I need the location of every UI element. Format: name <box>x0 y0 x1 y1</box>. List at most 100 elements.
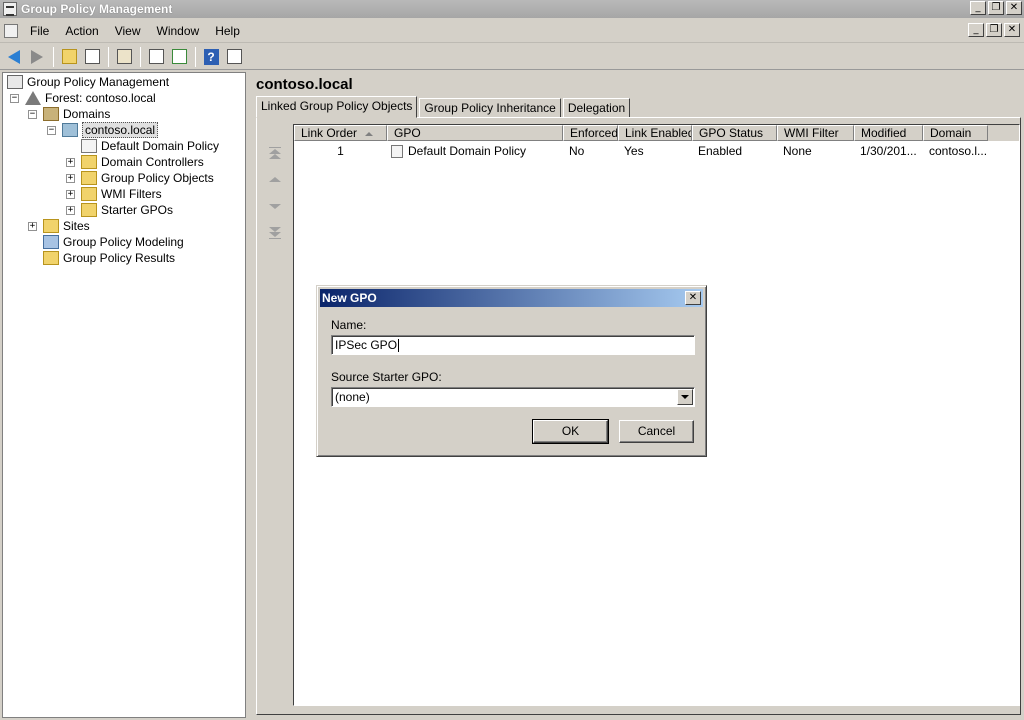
name-label: Name: <box>331 318 367 332</box>
column-header-enforced[interactable]: Enforced <box>563 125 618 141</box>
column-header-gpo[interactable]: GPO <box>387 125 563 141</box>
collapse-domain-toggle[interactable]: − <box>47 126 56 135</box>
tree-node-domain-controllers[interactable]: Domain Controllers <box>81 154 204 170</box>
minimize-button[interactable]: _ <box>970 1 986 15</box>
expand-group-policy-objects-toggle[interactable]: + <box>66 174 75 183</box>
expand-sites-toggle[interactable]: + <box>28 222 37 231</box>
move-down-icon <box>269 203 281 209</box>
dialog-titlebar[interactable]: New GPO ✕ <box>320 289 703 307</box>
tree-label: WMI Filters <box>101 187 162 201</box>
gpo-folder-icon <box>81 171 97 185</box>
tree-node-default-domain-policy[interactable]: Default Domain Policy <box>81 138 219 154</box>
dropdown-button[interactable] <box>677 389 693 405</box>
collapse-forest-toggle[interactable]: − <box>10 94 19 103</box>
cancel-button[interactable]: Cancel <box>619 420 694 443</box>
table-row[interactable]: 1 Default Domain Policy No Yes Enabled N… <box>294 142 988 160</box>
properties-button[interactable] <box>145 46 167 68</box>
child-restore-button[interactable]: ❐ <box>986 23 1002 37</box>
gpo-name-value: IPSec GPO <box>335 338 398 352</box>
dialog-close-button[interactable]: ✕ <box>685 291 701 305</box>
restore-button[interactable]: ❐ <box>988 1 1004 15</box>
tree-node-domains[interactable]: Domains <box>43 106 110 122</box>
forest-triangle-icon <box>25 91 41 105</box>
move-bottom-icon <box>269 231 281 237</box>
tree-node-group-policy-objects[interactable]: Group Policy Objects <box>81 170 214 186</box>
sort-ascending-icon <box>365 131 374 136</box>
clipboard-button[interactable] <box>113 46 135 68</box>
tree-node-domain[interactable]: contoso.local <box>62 122 159 138</box>
source-starter-select[interactable]: (none) <box>331 387 695 407</box>
tab-inheritance[interactable]: Group Policy Inheritance <box>419 98 561 118</box>
move-to-bottom-button[interactable] <box>267 223 283 243</box>
tree-node-starter-gpos[interactable]: Starter GPOs <box>81 202 173 218</box>
chevron-down-icon <box>681 395 689 399</box>
child-minimize-button[interactable]: _ <box>968 23 984 37</box>
tree-node-sites[interactable]: Sites <box>43 218 90 234</box>
cell-link-order: 1 <box>337 144 344 158</box>
back-button[interactable] <box>3 46 25 68</box>
show-hide-tree-button[interactable] <box>81 46 103 68</box>
cell-enforced: No <box>569 144 585 158</box>
move-to-top-button[interactable] <box>267 142 283 162</box>
move-top-bar-icon <box>269 146 281 148</box>
forest-icon <box>25 91 41 105</box>
menu-help[interactable]: Help <box>207 24 248 38</box>
expand-wmi-filters-toggle[interactable]: + <box>66 190 75 199</box>
gpo-link-icon <box>81 139 97 153</box>
new-gpo-dialog: New GPO ✕ Name: IPSec GPO Source Starter… <box>316 285 707 457</box>
column-header-domain[interactable]: Domain <box>923 125 988 141</box>
tree-label: Group Policy Modeling <box>63 235 184 249</box>
ok-button[interactable]: OK <box>532 419 609 444</box>
forward-button[interactable] <box>26 46 48 68</box>
tree-label-root: Group Policy Management <box>27 75 170 89</box>
menu-bar: File Action View Window Help _ ❐ ✕ <box>0 19 1024 43</box>
window-titlebar[interactable]: Group Policy Management _ ❐ ✕ <box>0 0 1024 18</box>
properties-icon <box>148 49 164 64</box>
sites-icon <box>43 219 59 233</box>
menu-file[interactable]: File <box>22 24 57 38</box>
cell-link-enabled: Yes <box>624 144 644 158</box>
ou-folder-icon <box>81 155 97 169</box>
cell-modified: 1/30/201... <box>860 144 917 158</box>
move-down-button[interactable] <box>267 196 283 216</box>
menu-view[interactable]: View <box>107 24 149 38</box>
column-header-link-enabled[interactable]: Link Enabled <box>618 125 692 141</box>
expand-starter-gpos-toggle[interactable]: + <box>66 206 75 215</box>
column-header-modified[interactable]: Modified <box>854 125 923 141</box>
close-button[interactable]: ✕ <box>1006 1 1022 15</box>
tree-node-modeling[interactable]: Group Policy Modeling <box>43 234 184 250</box>
results-icon <box>43 251 59 265</box>
window-controls: _ ❐ ✕ <box>970 1 1022 15</box>
refresh-icon <box>171 49 187 64</box>
column-header-wmi-filter[interactable]: WMI Filter <box>777 125 854 141</box>
tree-node-results[interactable]: Group Policy Results <box>43 250 175 266</box>
tab-delegation[interactable]: Delegation <box>562 98 631 118</box>
show-hide-tree-icon <box>84 49 100 64</box>
back-arrow-icon <box>8 49 20 64</box>
tree-node-root[interactable]: Group Policy Management <box>7 74 169 90</box>
document-icon[interactable] <box>4 23 18 38</box>
console-tree[interactable]: Group Policy Management − Forest: contos… <box>2 72 246 718</box>
collapse-domains-toggle[interactable]: − <box>28 110 37 119</box>
up-folder-icon <box>61 49 77 64</box>
column-header-gpo-status[interactable]: GPO Status <box>692 125 777 141</box>
gpo-name-input[interactable]: IPSec GPO <box>331 335 695 355</box>
menu-action[interactable]: Action <box>57 24 106 38</box>
move-bottom-bar-icon <box>269 237 281 239</box>
child-window-controls: _ ❐ ✕ <box>968 23 1020 37</box>
tab-strip: Linked Group Policy Objects Group Policy… <box>256 96 632 118</box>
tree-node-forest[interactable]: Forest: contoso.local <box>25 90 156 106</box>
export-list-button[interactable] <box>223 46 245 68</box>
menu-window[interactable]: Window <box>149 24 208 38</box>
expand-domain-controllers-toggle[interactable]: + <box>66 158 75 167</box>
tree-label: Domain Controllers <box>101 155 204 169</box>
child-close-button[interactable]: ✕ <box>1004 23 1020 37</box>
refresh-button[interactable] <box>168 46 190 68</box>
up-one-level-button[interactable] <box>58 46 80 68</box>
tab-linked-gpos[interactable]: Linked Group Policy Objects <box>256 96 418 118</box>
cell-domain: contoso.l... <box>929 144 988 158</box>
column-header-link-order[interactable]: Link Order <box>294 125 387 141</box>
help-button[interactable]: ? <box>200 46 222 68</box>
tree-node-wmi-filters[interactable]: WMI Filters <box>81 186 162 202</box>
move-up-button[interactable] <box>267 169 283 189</box>
